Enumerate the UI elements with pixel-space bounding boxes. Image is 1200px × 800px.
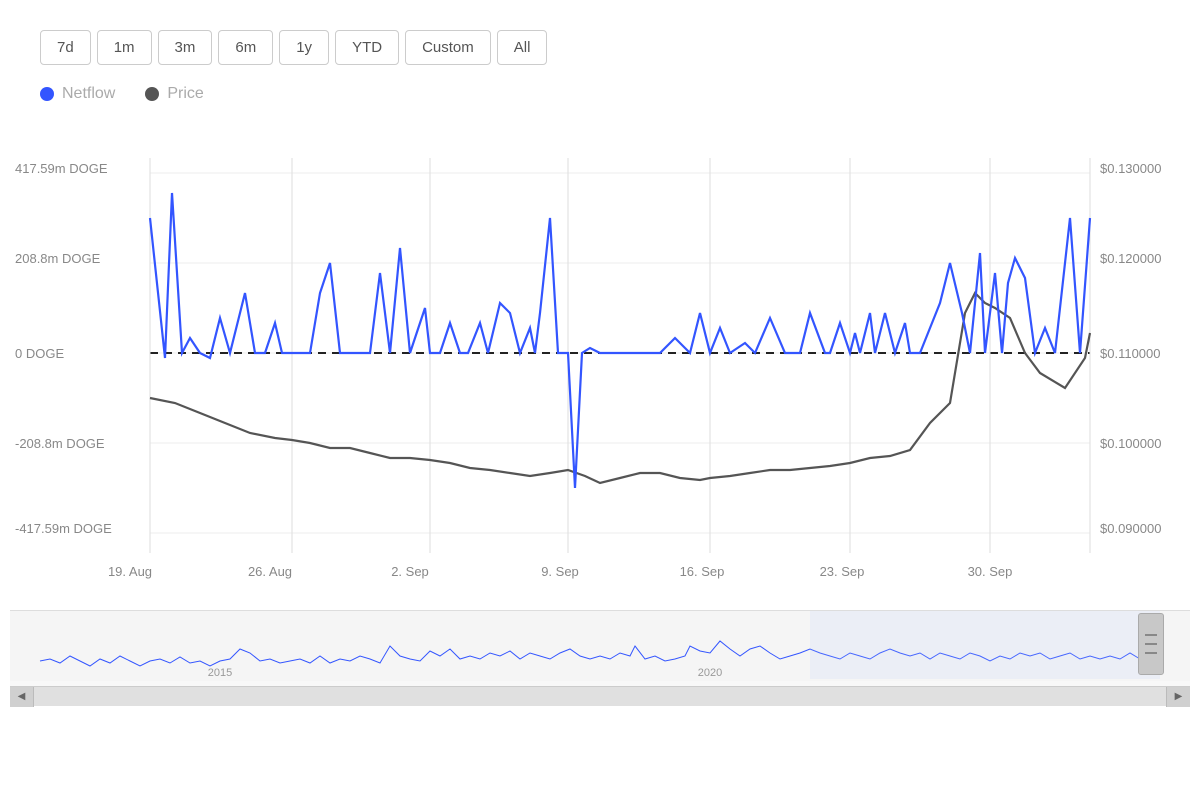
navigator-handle[interactable] (1138, 613, 1164, 675)
svg-text:19. Aug: 19. Aug (108, 564, 152, 579)
svg-text:208.8m DOGE: 208.8m DOGE (15, 251, 101, 266)
svg-text:$0.090000: $0.090000 (1100, 521, 1161, 536)
svg-text:2020: 2020 (698, 667, 722, 679)
btn-1y[interactable]: 1y (279, 30, 329, 65)
btn-7d[interactable]: 7d (40, 30, 91, 65)
handle-line-3 (1145, 652, 1157, 654)
svg-text:417.59m DOGE: 417.59m DOGE (15, 161, 108, 176)
navigator-handle-lines (1145, 632, 1157, 656)
chart-area: intoTheBlock 417.59m DOGE 208.8m DOGE 0 … (10, 118, 1190, 608)
svg-text:30. Sep: 30. Sep (968, 564, 1013, 579)
chart-svg: 417.59m DOGE 208.8m DOGE 0 DOGE -208.8m … (10, 118, 1190, 608)
netflow-label: Netflow (62, 85, 115, 103)
legend-netflow: Netflow (40, 85, 115, 103)
legend: Netflow Price (10, 75, 1190, 108)
svg-text:$0.120000: $0.120000 (1100, 251, 1161, 266)
navigator-container: 2015 2020 ◀ ▶ (10, 610, 1190, 700)
handle-line-1 (1145, 634, 1157, 636)
svg-text:$0.130000: $0.130000 (1100, 161, 1161, 176)
scroll-bar: ◀ ▶ (10, 686, 1190, 706)
btn-3m[interactable]: 3m (158, 30, 213, 65)
svg-text:-208.8m DOGE: -208.8m DOGE (15, 436, 105, 451)
price-label: Price (167, 85, 203, 103)
btn-6m[interactable]: 6m (218, 30, 273, 65)
legend-price: Price (145, 85, 203, 103)
svg-text:-417.59m DOGE: -417.59m DOGE (15, 521, 112, 536)
svg-text:2. Sep: 2. Sep (391, 564, 429, 579)
svg-text:$0.110000: $0.110000 (1100, 346, 1161, 361)
btn-ytd[interactable]: YTD (335, 30, 399, 65)
price-dot (145, 87, 159, 101)
scroll-left-button[interactable]: ◀ (10, 687, 34, 707)
scroll-track[interactable] (34, 687, 1166, 706)
netflow-dot (40, 87, 54, 101)
handle-line-2 (1145, 643, 1157, 645)
main-container: 7d 1m 3m 6m 1y YTD Custom All Netflow Pr… (0, 0, 1200, 800)
svg-text:9. Sep: 9. Sep (541, 564, 579, 579)
time-buttons: 7d 1m 3m 6m 1y YTD Custom All (10, 20, 1190, 75)
svg-text:2015: 2015 (208, 667, 232, 679)
svg-text:23. Sep: 23. Sep (820, 564, 865, 579)
navigator-svg: 2015 2020 (10, 611, 1190, 681)
svg-text:16. Sep: 16. Sep (680, 564, 725, 579)
btn-custom[interactable]: Custom (405, 30, 491, 65)
btn-all[interactable]: All (497, 30, 548, 65)
scroll-right-button[interactable]: ▶ (1166, 687, 1190, 707)
svg-text:0 DOGE: 0 DOGE (15, 346, 64, 361)
btn-1m[interactable]: 1m (97, 30, 152, 65)
svg-text:26. Aug: 26. Aug (248, 564, 292, 579)
svg-text:$0.100000: $0.100000 (1100, 436, 1161, 451)
